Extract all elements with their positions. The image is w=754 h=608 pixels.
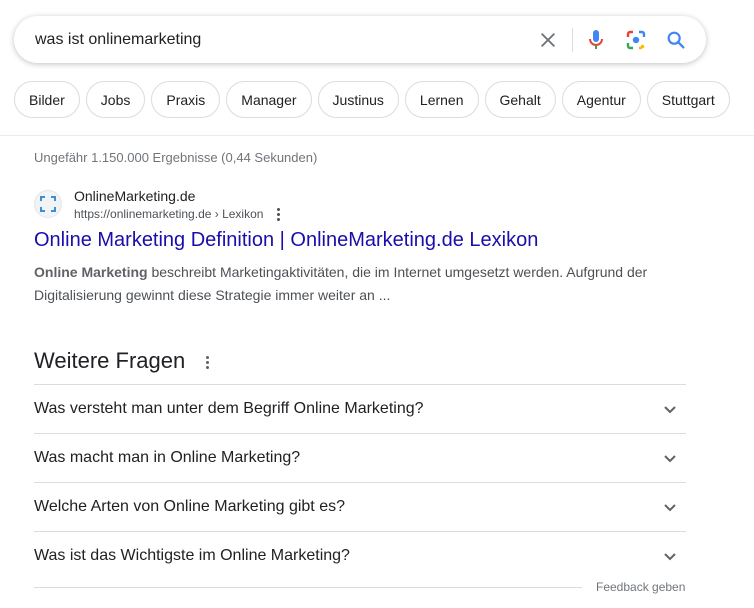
chip-manager[interactable]: Manager: [226, 81, 312, 118]
result-snippet: Online Marketing beschreibt Marketingakt…: [34, 261, 654, 307]
paa-question[interactable]: Was ist das Wichtigste im Online Marketi…: [34, 531, 686, 580]
search-input[interactable]: [35, 28, 515, 52]
chevron-down-icon: [664, 504, 676, 512]
header-divider: [0, 135, 754, 136]
lens-icon[interactable]: [623, 27, 649, 53]
result-title-link[interactable]: Online Marketing Definition | OnlineMark…: [34, 229, 538, 252]
feedback-link[interactable]: Feedback geben: [596, 580, 685, 594]
chip-justinus[interactable]: Justinus: [317, 81, 399, 118]
chip-jobs[interactable]: Jobs: [85, 81, 146, 118]
paa-question[interactable]: Was macht man in Online Marketing?: [34, 433, 686, 482]
chip-lernen[interactable]: Lernen: [404, 81, 479, 118]
paa-question-text: Was ist das Wichtigste im Online Marketi…: [34, 547, 350, 564]
refinement-chips: Bilder Jobs Praxis Manager Justinus Lern…: [14, 81, 730, 118]
chip-agentur[interactable]: Agentur: [561, 81, 641, 118]
paa-heading: Weitere Fragen: [34, 348, 186, 373]
mic-icon[interactable]: [583, 27, 609, 53]
chevron-down-icon: [664, 406, 676, 414]
result-stats: Ungefähr 1.150.000 Ergebnisse (0,44 Seku…: [34, 150, 318, 165]
result-url[interactable]: https://onlinemarketing.de › Lexikon: [74, 207, 263, 221]
paa-question-text: Was versteht man unter dem Begriff Onlin…: [34, 400, 424, 417]
chevron-down-icon: [664, 553, 676, 561]
chip-stuttgart[interactable]: Stuttgart: [646, 81, 730, 118]
snippet-highlight: Online Marketing: [34, 264, 148, 280]
paa-question[interactable]: Welche Arten von Online Marketing gibt e…: [34, 482, 686, 531]
site-favicon-icon[interactable]: [34, 190, 62, 218]
search-bar: [14, 16, 706, 63]
paa-list: Was versteht man unter dem Begriff Onlin…: [34, 384, 686, 580]
chevron-down-icon: [664, 455, 676, 463]
paa-question[interactable]: Was versteht man unter dem Begriff Onlin…: [34, 384, 686, 433]
paa-question-text: Was macht man in Online Marketing?: [34, 449, 301, 466]
close-icon[interactable]: [535, 27, 561, 53]
search-icon[interactable]: [663, 27, 689, 53]
result-site-name[interactable]: OnlineMarketing.de: [74, 188, 195, 204]
more-options-icon[interactable]: [272, 206, 284, 222]
paa-question-text: Welche Arten von Online Marketing gibt e…: [34, 498, 345, 515]
paa-more-options-icon[interactable]: [200, 353, 214, 371]
paa-bottom-divider: [34, 587, 582, 588]
chip-praxis[interactable]: Praxis: [151, 81, 221, 118]
chip-gehalt[interactable]: Gehalt: [484, 81, 556, 118]
chip-bilder[interactable]: Bilder: [14, 81, 80, 118]
search-divider: [572, 28, 573, 52]
